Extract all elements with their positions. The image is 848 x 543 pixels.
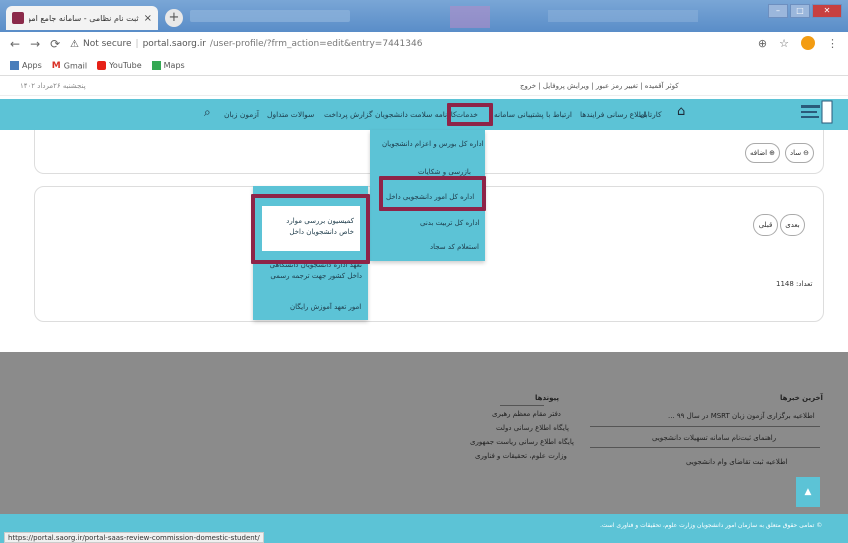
footer-link[interactable]: پایگاه اطلاع رسانی دولت bbox=[496, 424, 569, 432]
profile-avatar[interactable] bbox=[801, 36, 815, 50]
circle-plus-icon: ⊕ bbox=[769, 149, 775, 157]
url-domain: portal.saorg.ir bbox=[142, 39, 206, 49]
home-icon[interactable]: ⌂ bbox=[677, 104, 685, 119]
bookmark-gmail[interactable]: M Gmail bbox=[52, 61, 87, 71]
ok-button[interactable]: ساد ⊖ bbox=[785, 143, 814, 163]
not-secure-label: Not secure bbox=[82, 39, 132, 49]
highlight-domestic-students bbox=[379, 176, 486, 211]
new-tab-button[interactable]: + bbox=[165, 9, 183, 27]
circle-minus-icon: ⊖ bbox=[803, 149, 809, 157]
menu-item-sajjad-code[interactable]: استعلام کد سجاد bbox=[430, 243, 479, 251]
site-footer bbox=[0, 352, 848, 514]
browser-toolbar-right: ⊕ ☆ ⋮ bbox=[758, 36, 838, 50]
menu-item-physical-education[interactable]: اداره کل تربیت بدنی bbox=[420, 219, 480, 227]
footer-link[interactable]: پایگاه اطلاع رسانی ریاست جمهوری bbox=[470, 438, 574, 446]
bookmark-youtube[interactable]: YouTube bbox=[97, 61, 142, 70]
browser-tab[interactable]: ثبت نام نظامی - سامانه جامع امور دانشجو.… bbox=[6, 6, 158, 30]
separator: | bbox=[135, 39, 139, 49]
menu-item-inspection[interactable]: بازرسی و شکایات bbox=[418, 168, 471, 176]
highlight-services bbox=[447, 103, 493, 126]
blurred-tab[interactable] bbox=[190, 10, 350, 22]
footer-link[interactable]: دفتر مقام معظم رهبری bbox=[492, 410, 561, 418]
copyright-text: © تمامی حقوق متعلق به سازمان امور دانشجو… bbox=[600, 522, 823, 529]
maximize-button[interactable]: □ bbox=[790, 4, 810, 18]
warning-icon: ⚠ bbox=[70, 38, 79, 50]
highlight-special-cases bbox=[251, 194, 370, 264]
forward-arrow-icon[interactable]: → bbox=[30, 37, 40, 51]
youtube-icon bbox=[97, 61, 107, 70]
nav-health-record[interactable]: کارنامه سلامت دانشجویان bbox=[375, 110, 457, 119]
next-button[interactable]: بعدی bbox=[780, 214, 805, 236]
bookmark-apps[interactable]: Apps bbox=[10, 61, 42, 70]
search-icon[interactable]: ⌕ bbox=[204, 105, 211, 120]
window-controls: – □ ✕ bbox=[768, 4, 842, 18]
nav-faq[interactable]: سوالات متداول bbox=[267, 110, 314, 119]
menu-dots-icon[interactable]: ⋮ bbox=[827, 37, 838, 50]
footer-link[interactable]: وزارت علوم، تحقیقات و فناوری bbox=[475, 452, 567, 460]
news-item[interactable]: اطلاعیه ثبت تقاضای وام دانشجویی bbox=[686, 458, 788, 466]
url-path: /user-profile/?frm_action=edit&entry=744… bbox=[209, 39, 423, 49]
record-count: تعداد: 1148 bbox=[776, 280, 813, 288]
close-window-button[interactable]: ✕ bbox=[812, 4, 842, 18]
gmail-icon: M bbox=[51, 60, 61, 71]
nav-language-exam[interactable]: آزمون زبان bbox=[224, 110, 259, 119]
footer-links-title: پیوندها bbox=[535, 394, 560, 402]
maps-icon bbox=[151, 61, 161, 70]
news-divider bbox=[590, 426, 820, 427]
reload-icon[interactable]: ⟳ bbox=[50, 37, 60, 51]
current-date: پنجشنبه ۲۶مرداد ۱۴۰۲ bbox=[20, 82, 86, 90]
site-favicon-icon bbox=[12, 12, 24, 24]
scroll-top-button[interactable]: ▲ bbox=[796, 477, 820, 507]
news-divider bbox=[590, 447, 820, 448]
close-tab-icon[interactable]: × bbox=[144, 13, 152, 24]
nav-process-info[interactable]: اطلاع رسانی فرایندها bbox=[580, 110, 647, 119]
tab-title: ثبت نام نظامی - سامانه جامع امور دانشجو.… bbox=[29, 13, 139, 23]
nav-payment-report[interactable]: گزارش پرداخت bbox=[324, 110, 373, 119]
news-item[interactable]: اطلاعیه برگزاری آزمون زبان MSRT در سال ۹… bbox=[668, 412, 815, 420]
ministry-logo bbox=[801, 100, 833, 124]
user-links[interactable]: کوثر آقمیده | تغییر رمز عبور | ویرایش پر… bbox=[520, 82, 679, 90]
add-button[interactable]: اضافه ⊕ bbox=[745, 143, 780, 163]
apps-grid-icon bbox=[10, 61, 19, 70]
nav-support[interactable]: ارتباط با پشتیبانی سامانه bbox=[494, 110, 572, 119]
menu-item-scholarship[interactable]: اداره کل بورس و اعزام دانشجویان bbox=[382, 140, 484, 148]
prev-button[interactable]: قبلی bbox=[753, 214, 778, 236]
footer-news-title: آخرین خبرها bbox=[780, 394, 823, 402]
zoom-icon[interactable]: ⊕ bbox=[758, 37, 767, 50]
status-bar-url: https://portal.saorg.ir/portal-saas-revi… bbox=[4, 532, 264, 543]
blurred-tab[interactable] bbox=[548, 10, 698, 22]
bookmarks-bar: Apps M Gmail YouTube Maps bbox=[0, 56, 848, 76]
minimize-button[interactable]: – bbox=[768, 4, 788, 18]
bookmark-star-icon[interactable]: ☆ bbox=[779, 37, 789, 50]
bookmark-maps[interactable]: Maps bbox=[151, 61, 185, 70]
news-item[interactable]: راهنمای ثبت‌نام سامانه تسهیلات دانشجویی bbox=[652, 434, 776, 442]
url-field[interactable]: ⚠ Not secure | portal.saorg.ir /user-pro… bbox=[70, 35, 730, 53]
footer-divider bbox=[500, 405, 544, 406]
submenu-item-free-education[interactable]: امور تعهد آموزش رایگان bbox=[290, 303, 361, 311]
back-arrow-icon[interactable]: ← bbox=[10, 37, 20, 51]
blurred-tab[interactable] bbox=[450, 6, 490, 28]
site-top-info bbox=[0, 76, 848, 96]
